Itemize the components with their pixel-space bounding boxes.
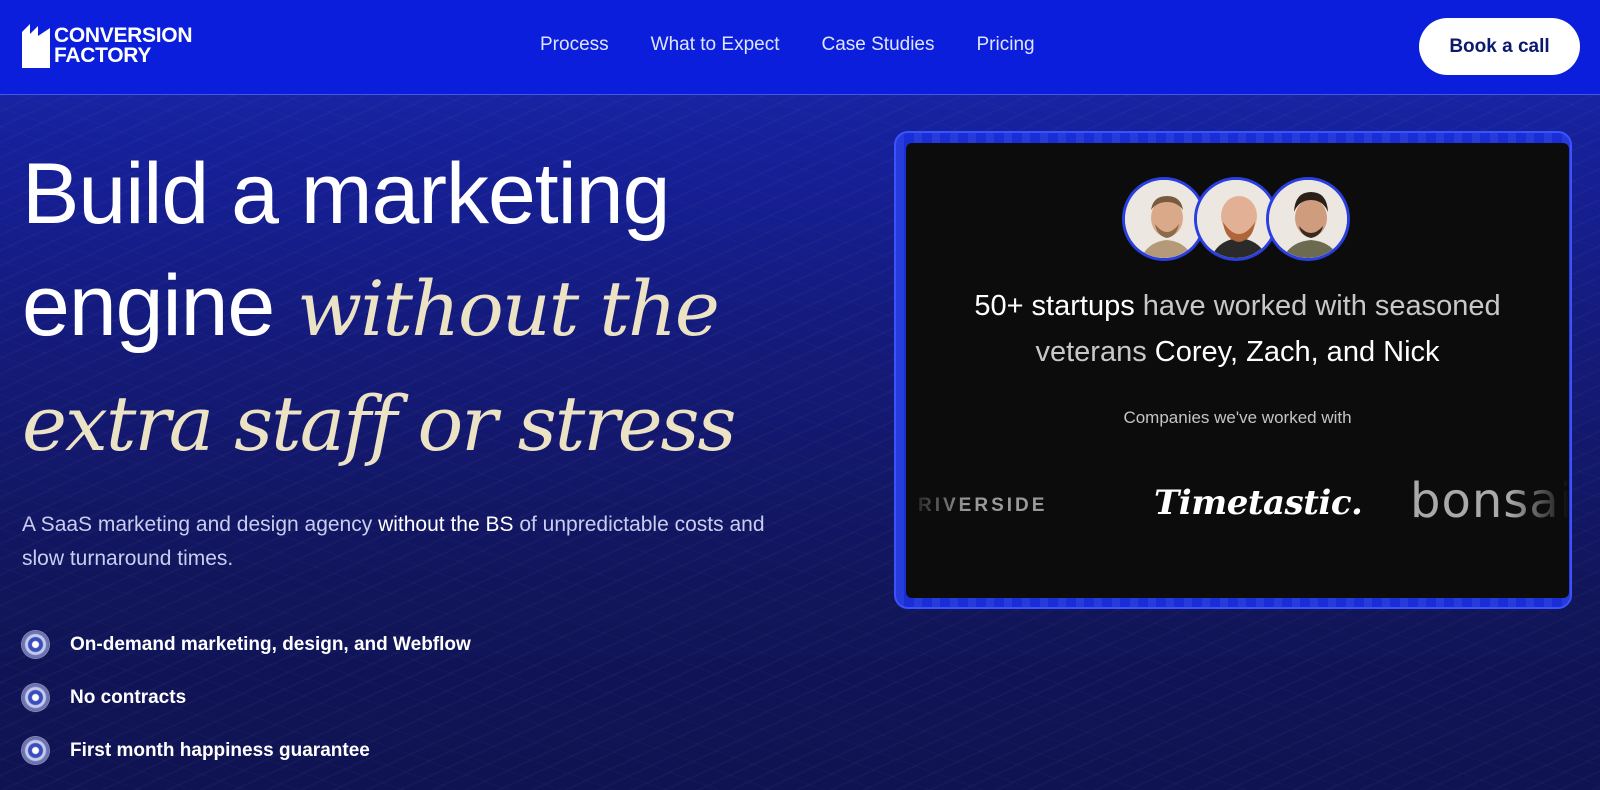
team-avatars [1122, 177, 1350, 261]
feature-item: On-demand marketing, design, and Webflow [22, 618, 471, 671]
conversion-factory-logo[interactable]: CONVERSION FACTORY [22, 24, 192, 68]
title-muted-2: veterans [1035, 336, 1155, 368]
feature-item: First month happiness guarantee [22, 724, 471, 777]
testimonial-card: 50+ startups have worked with seasoned v… [906, 143, 1569, 598]
feature-item: No contracts [22, 671, 471, 724]
hero-headline: Build a marketing engine without the ext… [22, 138, 822, 480]
avatar-nick [1266, 177, 1350, 261]
hero-subheading: A SaaS marketing and design agency witho… [22, 508, 782, 576]
logo-fade-right [1509, 463, 1569, 543]
headline-serif-2: extra staff or stress [22, 379, 737, 468]
book-a-call-button[interactable]: Book a call [1419, 18, 1580, 75]
title-bright-2: Corey, Zach, and Nick [1154, 336, 1440, 368]
sub-part-1: A SaaS marketing and design agency [22, 513, 379, 536]
feature-label: On-demand marketing, design, and Webflow [70, 633, 471, 655]
feature-label: No contracts [70, 686, 187, 708]
factory-logo-icon [22, 24, 50, 68]
nav-what-to-expect[interactable]: What to Expect [651, 32, 780, 58]
logo-fade-left [906, 463, 966, 543]
logo-line-2: FACTORY [54, 44, 152, 67]
card-title: 50+ startups have worked with seasoned v… [906, 283, 1569, 375]
headline-sans-1: Build a marketing [22, 146, 670, 242]
sub-bold: without the BS [378, 513, 514, 536]
target-bullet-icon [22, 684, 49, 711]
logo-line-1: CONVERSION [54, 24, 193, 47]
feature-list: On-demand marketing, design, and Webflow… [22, 618, 471, 777]
main-nav: Process What to Expect Case Studies Pric… [540, 32, 1035, 58]
target-bullet-icon [22, 631, 49, 658]
feature-label: First month happiness guarantee [70, 739, 370, 761]
timetastic-logo: Timetastic. [1154, 483, 1363, 523]
headline-sans-2: engine [22, 258, 275, 354]
title-muted-1: have worked with seasoned [1134, 290, 1501, 322]
nav-pricing[interactable]: Pricing [977, 32, 1035, 58]
site-header: CONVERSION FACTORY Process What to Expec… [0, 0, 1600, 95]
nav-case-studies[interactable]: Case Studies [821, 32, 934, 58]
headline-serif-1: without the [297, 264, 720, 353]
title-bright-1: 50+ startups [974, 290, 1135, 322]
person-avatar-icon [1269, 180, 1347, 258]
nav-process[interactable]: Process [540, 32, 609, 58]
logo-text: CONVERSION FACTORY [54, 24, 193, 67]
target-bullet-icon [22, 737, 49, 764]
companies-label: Companies we've worked with [1123, 408, 1352, 427]
